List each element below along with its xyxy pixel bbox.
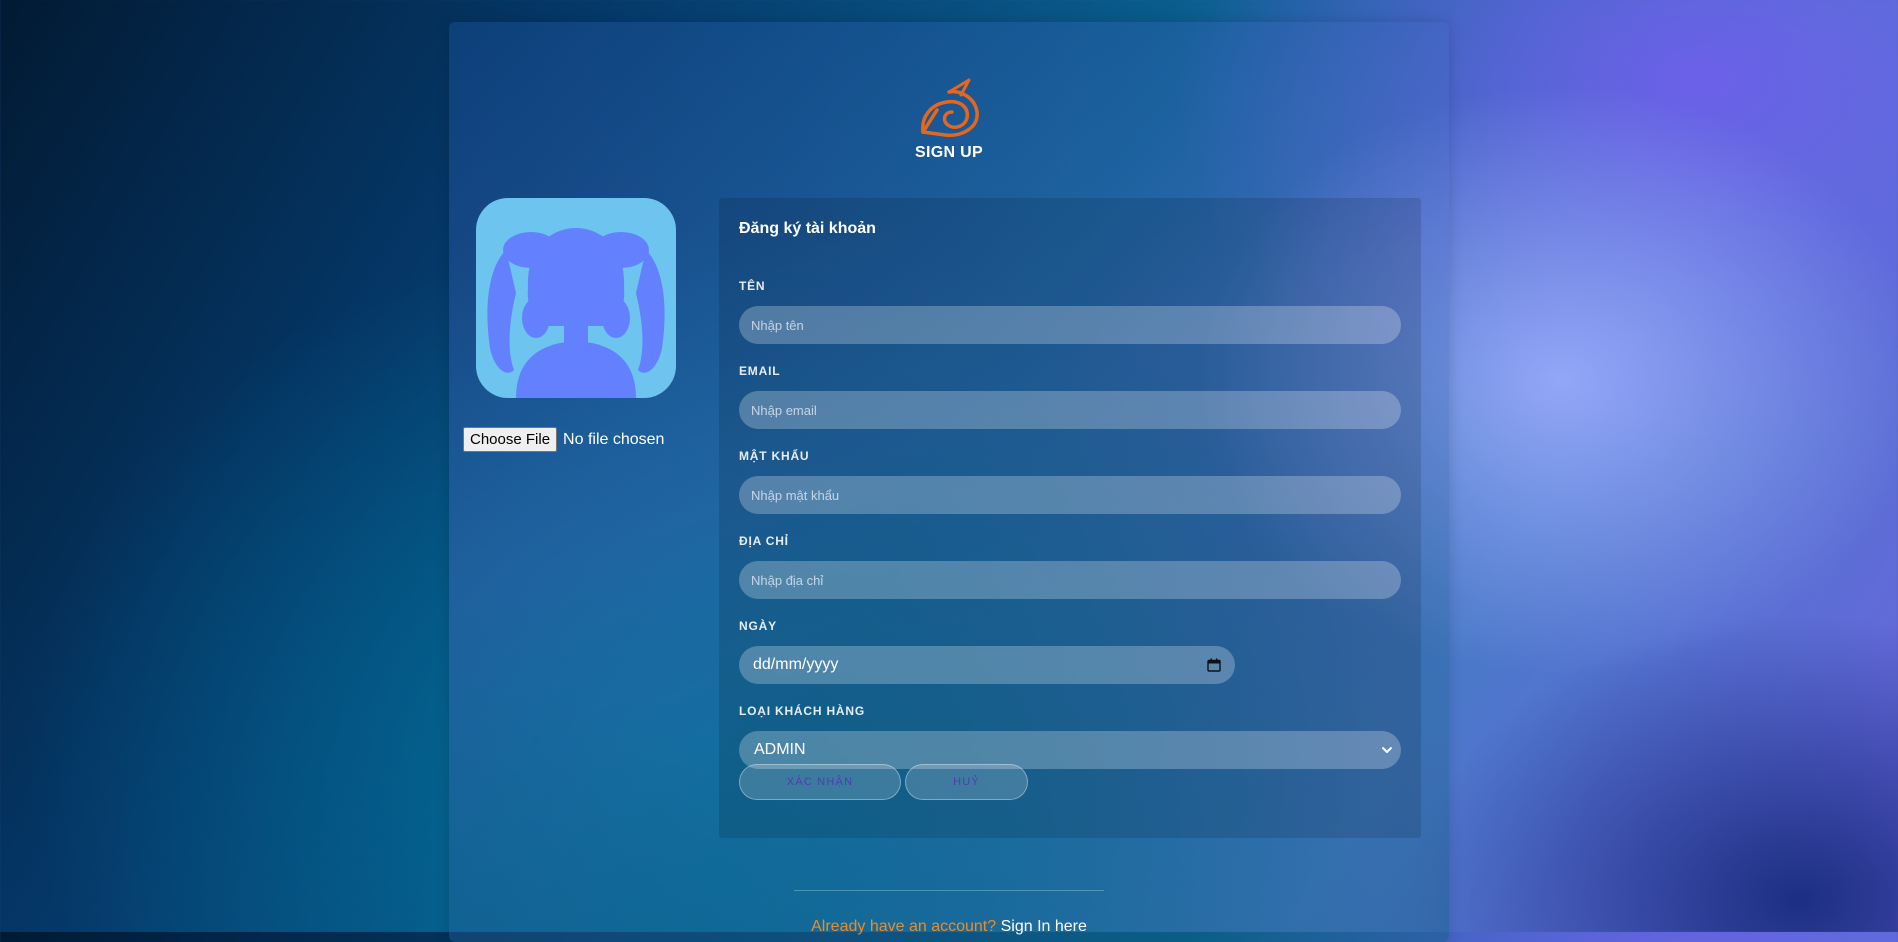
choose-file-button[interactable]: Choose File (463, 427, 558, 452)
leaf-village-swirl-icon (921, 78, 979, 137)
cancel-button[interactable]: HUỶ (905, 764, 1028, 800)
password-label: MẬT KHẨU (739, 449, 810, 463)
address-label: ĐỊA CHỈ (739, 534, 789, 548)
customer-type-value: ADMIN (754, 741, 806, 758)
date-value: dd/mm/yyyy (753, 656, 839, 673)
date-input[interactable]: dd/mm/yyyy (739, 646, 1235, 684)
address-input[interactable] (739, 561, 1401, 599)
anime-girl-silhouette-icon (487, 228, 665, 398)
name-input[interactable] (739, 306, 1401, 344)
form-title: Đăng ký tài khoản (739, 220, 876, 237)
divider (794, 890, 1104, 891)
signin-question: Already have an account? (811, 918, 997, 935)
signin-prompt: Already have an account? Sign In here (449, 918, 1449, 936)
calendar-icon[interactable] (1207, 658, 1221, 672)
signup-card: SIGN UP Choose File No file chosen Đăng … (449, 22, 1449, 942)
confirm-button[interactable]: XÁC NHẬN (739, 764, 901, 800)
date-label: NGÀY (739, 619, 777, 633)
page-title: SIGN UP (915, 144, 983, 161)
signup-form: Đăng ký tài khoản TÊN EMAIL MẬT KHẨU ĐỊA… (719, 198, 1421, 838)
file-upload: Choose File No file chosen (463, 427, 664, 452)
password-input[interactable] (739, 476, 1401, 514)
avatar (476, 198, 676, 398)
email-label: EMAIL (739, 364, 781, 378)
chevron-down-icon (1382, 747, 1392, 753)
customer-type-label: LOẠI KHÁCH HÀNG (739, 704, 865, 718)
signin-link[interactable]: Sign In here (1001, 918, 1087, 935)
email-input[interactable] (739, 391, 1401, 429)
file-status-text: No file chosen (563, 430, 665, 448)
name-label: TÊN (739, 279, 766, 293)
